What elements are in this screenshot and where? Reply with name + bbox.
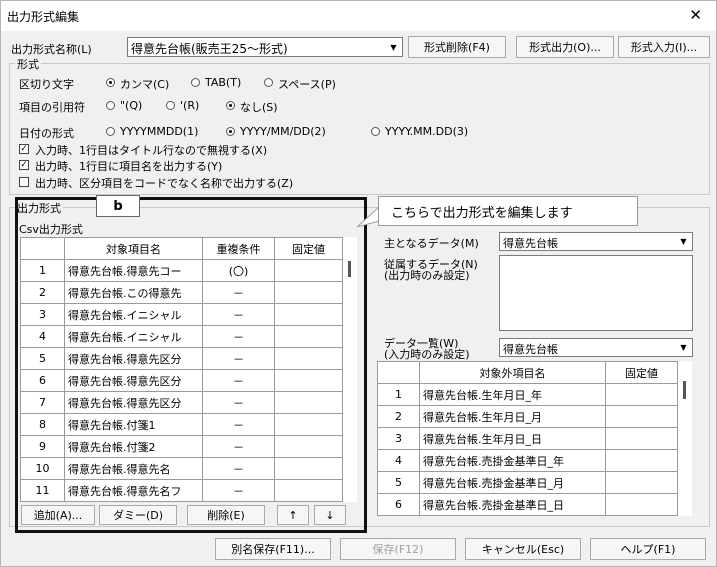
chevron-down-icon[interactable]: ▼ bbox=[676, 234, 691, 249]
table-row[interactable]: 6 得意先台帳.売掛金基準日_日 bbox=[377, 493, 678, 516]
save-as-button[interactable]: 別名保存(F11)... bbox=[215, 538, 331, 560]
sub-data-list[interactable] bbox=[499, 255, 693, 331]
quote-label: 項目の引用符 bbox=[19, 101, 85, 114]
format-group-legend: 形式 bbox=[15, 56, 41, 72]
excluded-items-table: 対象外項目名 固定値 1 得意先台帳.生年月日_年 2 得意先台帳.生年月日_月 3… bbox=[377, 361, 678, 516]
output-header-label: 出力時、1行目に項目名を出力する(Y) bbox=[35, 160, 223, 173]
row-number: 6 bbox=[377, 493, 420, 516]
quote-none-label: なし(S) bbox=[240, 101, 278, 114]
item-name-cell[interactable]: 得意先台帳.生年月日_日 bbox=[419, 427, 606, 450]
item-name-cell[interactable]: 得意先台帳.売掛金基準日_日 bbox=[419, 493, 606, 516]
main-data-label: 主となるデータ(M) bbox=[384, 237, 479, 250]
quote-none-radio[interactable] bbox=[226, 101, 235, 110]
fixed-cell[interactable] bbox=[605, 471, 678, 494]
main-data-combo[interactable]: 得意先台帳 ▼ bbox=[499, 232, 693, 251]
fixed-cell[interactable] bbox=[605, 383, 678, 406]
quote-single-radio[interactable] bbox=[166, 101, 175, 110]
delimiter-comma-radio[interactable] bbox=[106, 78, 115, 87]
export-format-button[interactable]: 形式出力(O)... bbox=[516, 36, 614, 58]
title-bar: 出力形式編集 ✕ bbox=[1, 1, 716, 31]
delimiter-space-label: スペース(P) bbox=[278, 78, 336, 91]
save-button[interactable]: 保存(F12) bbox=[340, 538, 456, 560]
close-icon[interactable]: ✕ bbox=[689, 6, 702, 24]
fixed-cell[interactable] bbox=[605, 493, 678, 516]
data-list-value: 得意先台帳 bbox=[503, 343, 558, 356]
row-number: 3 bbox=[377, 427, 420, 450]
delimiter-space-radio[interactable] bbox=[264, 78, 273, 87]
date-slash-label: YYYY/MM/DD(2) bbox=[240, 125, 326, 138]
callout-text: こちらで出力形式を編集します bbox=[378, 196, 638, 226]
table-header-cell[interactable]: 固定値 bbox=[605, 361, 678, 384]
quote-double-radio[interactable] bbox=[106, 101, 115, 110]
row-number: 5 bbox=[377, 471, 420, 494]
window-title: 出力形式編集 bbox=[7, 10, 80, 24]
table-header-cell[interactable]: 対象外項目名 bbox=[419, 361, 606, 384]
excluded-table-scrollbar[interactable] bbox=[678, 361, 692, 516]
table-header-cell bbox=[377, 361, 420, 384]
table-row[interactable]: 1 得意先台帳.生年月日_年 bbox=[377, 383, 678, 406]
main-data-value: 得意先台帳 bbox=[503, 237, 558, 250]
highlight-frame bbox=[15, 197, 367, 533]
date-format-label: 日付の形式 bbox=[19, 127, 74, 140]
data-list-note: (入力時のみ設定) bbox=[384, 348, 470, 361]
chevron-down-icon[interactable]: ▼ bbox=[676, 340, 691, 355]
delete-format-button[interactable]: 形式削除(F4) bbox=[408, 36, 506, 58]
delimiter-comma-label: カンマ(C) bbox=[120, 78, 170, 91]
item-name-cell[interactable]: 得意先台帳.生年月日_月 bbox=[419, 405, 606, 428]
table-row[interactable]: 2 得意先台帳.生年月日_月 bbox=[377, 405, 678, 428]
format-name-combo[interactable]: 得意先台帳(販売王25～形式) ▼ bbox=[127, 37, 403, 57]
quote-single-label: '(R) bbox=[180, 99, 200, 112]
row-number: 4 bbox=[377, 449, 420, 472]
date-yyyymmdd-label: YYYYMMDD(1) bbox=[120, 125, 199, 138]
item-name-cell[interactable]: 得意先台帳.売掛金基準日_年 bbox=[419, 449, 606, 472]
chevron-down-icon[interactable]: ▼ bbox=[386, 39, 401, 55]
cancel-button[interactable]: キャンセル(Esc) bbox=[465, 538, 581, 560]
output-category-name-label: 出力時、区分項目をコードでなく名称で出力する(Z) bbox=[35, 177, 294, 190]
callout-pointer bbox=[357, 207, 379, 227]
date-dot-label: YYYY.MM.DD(3) bbox=[385, 125, 469, 138]
table-header-row: 対象外項目名 固定値 bbox=[377, 361, 678, 384]
delimiter-tab-radio[interactable] bbox=[191, 78, 200, 87]
data-list-combo[interactable]: 得意先台帳 ▼ bbox=[499, 338, 693, 357]
ignore-title-row-checkbox[interactable]: ✓ bbox=[19, 144, 29, 154]
delimiter-label: 区切り文字 bbox=[19, 78, 74, 91]
row-number: 1 bbox=[377, 383, 420, 406]
ignore-title-row-label: 入力時、1行目はタイトル行なので無視する(X) bbox=[35, 144, 268, 157]
date-yyyymmdd-radio[interactable] bbox=[106, 127, 115, 136]
help-button[interactable]: ヘルプ(F1) bbox=[590, 538, 706, 560]
item-name-cell[interactable]: 得意先台帳.売掛金基準日_月 bbox=[419, 471, 606, 494]
sub-data-note: (出力時のみ設定) bbox=[384, 269, 470, 282]
fixed-cell[interactable] bbox=[605, 449, 678, 472]
output-header-checkbox[interactable]: ✓ bbox=[19, 160, 29, 170]
row-number: 2 bbox=[377, 405, 420, 428]
table-row[interactable]: 4 得意先台帳.売掛金基準日_年 bbox=[377, 449, 678, 472]
annotation-badge: b bbox=[96, 195, 140, 217]
quote-double-label: "(Q) bbox=[120, 99, 143, 112]
format-name-label: 出力形式名称(L) bbox=[11, 43, 92, 56]
scrollbar-thumb[interactable] bbox=[683, 381, 686, 399]
fixed-cell[interactable] bbox=[605, 405, 678, 428]
date-dot-radio[interactable] bbox=[371, 127, 380, 136]
table-row[interactable]: 5 得意先台帳.売掛金基準日_月 bbox=[377, 471, 678, 494]
table-row[interactable]: 3 得意先台帳.生年月日_日 bbox=[377, 427, 678, 450]
dialog-window: 出力形式編集 ✕ 出力形式名称(L) 得意先台帳(販売王25～形式) ▼ 形式削… bbox=[0, 0, 717, 567]
item-name-cell[interactable]: 得意先台帳.生年月日_年 bbox=[419, 383, 606, 406]
output-category-name-checkbox[interactable] bbox=[19, 177, 29, 187]
import-format-button[interactable]: 形式入力(I)... bbox=[618, 36, 710, 58]
format-name-value: 得意先台帳(販売王25～形式) bbox=[131, 42, 288, 56]
delimiter-tab-label: TAB(T) bbox=[205, 76, 242, 89]
date-slash-radio[interactable] bbox=[226, 127, 235, 136]
fixed-cell[interactable] bbox=[605, 427, 678, 450]
